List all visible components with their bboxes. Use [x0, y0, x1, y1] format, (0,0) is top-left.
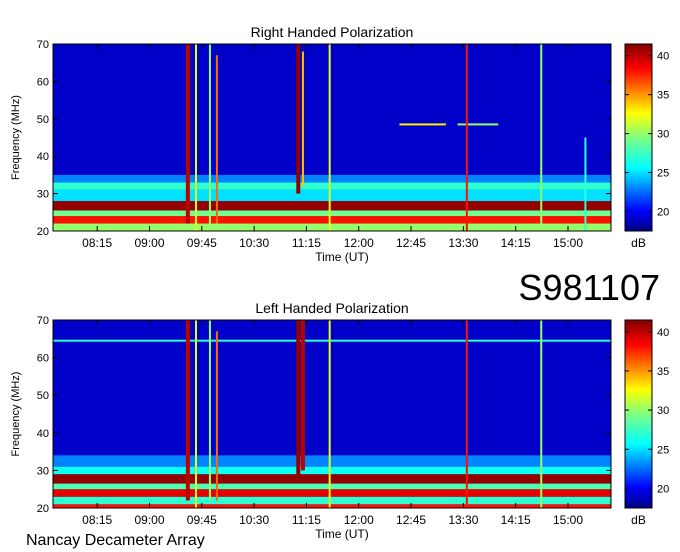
panel-title: Left Handed Polarization	[255, 300, 408, 316]
colorbar-tick-label: 40	[657, 51, 669, 63]
burst-event	[215, 331, 218, 501]
colorbar-tick-label: 20	[657, 483, 669, 495]
tone-line	[53, 339, 611, 342]
y-tick-label: 70	[37, 315, 49, 327]
frequency-band	[53, 182, 611, 190]
panel-2: Left Handed Polarization 08:15 09:00 09:45 1…	[10, 300, 669, 541]
burst-event	[194, 44, 197, 231]
x-tick-label: 12:00	[344, 236, 374, 250]
x-tick-label: 13:30	[448, 513, 478, 527]
x-tick-label: 10:30	[239, 236, 269, 250]
y-tick-label: 30	[37, 465, 49, 477]
colorbar-tick-label: 30	[657, 405, 669, 417]
x-tick-label: 14:15	[501, 513, 531, 527]
burst-event	[296, 320, 301, 478]
colorbar	[625, 44, 652, 231]
x-tick-label: 11:15	[292, 513, 321, 527]
burst-event	[185, 320, 190, 501]
x-tick-label: 08:15	[82, 513, 112, 527]
colorbar-tick-label: 20	[657, 207, 669, 219]
burst-event	[328, 320, 331, 508]
frequency-band	[53, 474, 611, 484]
burst-event	[296, 44, 301, 194]
colorbar-tick-label: 35	[657, 366, 669, 378]
burst-event	[465, 320, 468, 508]
frequency-band	[53, 174, 611, 183]
frequency-band	[53, 496, 611, 505]
x-tick-label: 08:15	[82, 236, 112, 250]
colorbar-tick-label: 35	[657, 90, 669, 102]
x-axis-label: Time (UT)	[315, 527, 369, 541]
y-tick-label: 20	[37, 503, 49, 515]
x-tick-label: 14:15	[501, 236, 531, 250]
colorbar	[625, 320, 652, 508]
colorbar-label: dB	[631, 513, 646, 527]
x-axis-label: Time (UT)	[315, 250, 369, 264]
burst-event	[584, 137, 587, 231]
x-tick-label: 13:30	[448, 236, 478, 250]
colorbar-tick-label: 40	[657, 327, 669, 339]
observation-id: S981107	[519, 267, 660, 308]
tone-line	[457, 123, 499, 126]
burst-event	[300, 320, 305, 471]
x-tick-label: 11:15	[292, 236, 321, 250]
y-axis-label: Frequency (MHz)	[10, 95, 22, 180]
y-tick-label: 50	[37, 390, 49, 402]
instrument-label: Nancay Decameter Array	[26, 532, 205, 549]
burst-event	[194, 320, 197, 508]
burst-event	[185, 44, 190, 224]
heatmap-area	[53, 44, 611, 231]
y-tick-label: 30	[37, 189, 49, 201]
tone-line	[399, 123, 446, 126]
burst-event	[540, 320, 543, 508]
x-tick-label: 09:00	[134, 513, 164, 527]
y-tick-label: 20	[37, 226, 49, 238]
colorbar-tick-label: 30	[657, 129, 669, 141]
frequency-band	[53, 504, 611, 508]
burst-event	[301, 51, 304, 187]
frequency-band	[53, 455, 611, 467]
spectrogram-figure: Right Handed Polarization 08:15 09:00 09:45…	[0, 0, 680, 552]
y-tick-label: 40	[37, 428, 49, 440]
burst-event	[208, 44, 211, 224]
x-tick-label: 12:45	[396, 236, 426, 250]
y-tick-label: 70	[37, 39, 49, 51]
heatmap-area	[53, 320, 611, 508]
colorbar-tick-label: 25	[657, 168, 669, 180]
y-tick-label: 60	[37, 76, 49, 88]
panel-title: Right Handed Polarization	[251, 24, 414, 40]
x-tick-label: 09:00	[134, 236, 164, 250]
x-tick-label: 12:00	[344, 513, 374, 527]
y-tick-label: 60	[37, 353, 49, 365]
y-tick-label: 40	[37, 151, 49, 163]
colorbar-label: dB	[631, 236, 646, 250]
x-tick-label: 15:00	[553, 513, 583, 527]
y-axis-label: Frequency (MHz)	[10, 372, 22, 457]
burst-event	[465, 44, 468, 231]
frequency-band	[53, 201, 611, 211]
burst-event	[328, 44, 331, 231]
frequency-band	[53, 216, 611, 224]
y-tick-label: 50	[37, 114, 49, 126]
frequency-band	[53, 223, 611, 231]
burst-event	[208, 320, 211, 501]
frequency-band	[53, 210, 611, 217]
x-tick-label: 09:45	[187, 513, 217, 527]
colorbar-tick-label: 25	[657, 444, 669, 456]
burst-event	[215, 55, 218, 224]
frequency-band	[53, 466, 611, 475]
x-tick-label: 10:30	[239, 513, 269, 527]
x-tick-label: 09:45	[187, 236, 217, 250]
burst-event	[540, 44, 543, 231]
x-tick-label: 15:00	[553, 236, 583, 250]
frequency-band	[53, 483, 611, 490]
frequency-band	[53, 489, 611, 497]
panel-1: Right Handed Polarization 08:15 09:00 09:45…	[10, 24, 669, 264]
x-tick-label: 12:45	[396, 513, 426, 527]
frequency-band	[53, 189, 611, 202]
